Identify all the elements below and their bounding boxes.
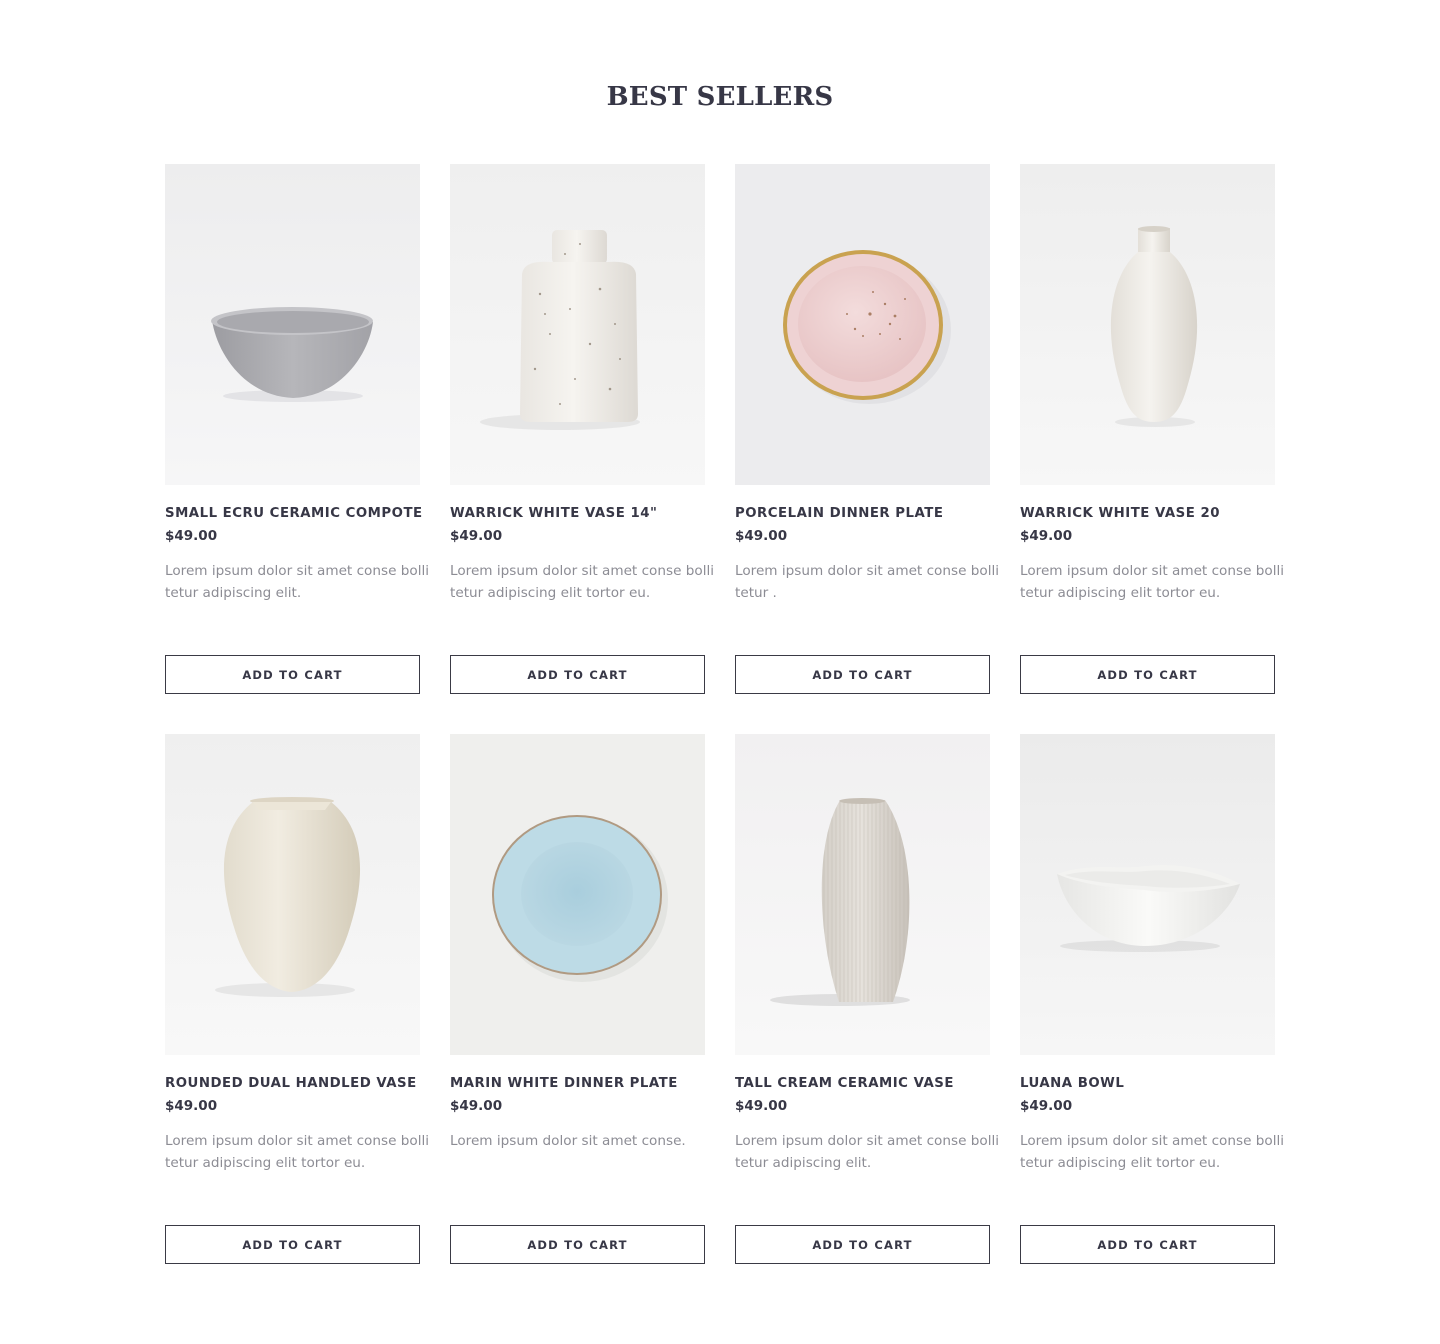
product-name[interactable]: TALL CREAM CERAMIC VASE [735,1075,1005,1093]
product-image-speckled-vase[interactable] [450,164,705,485]
product-description: Lorem ipsum dolor sit amet conse. [450,1133,686,1149]
add-to-cart-button[interactable]: ADD TO CART [735,1225,990,1264]
product-image-white-bowl[interactable] [1020,734,1275,1055]
product-name[interactable]: LUANA BOWL [1020,1075,1290,1093]
product-description: Lorem ipsum dolor sit amet conse bolli t… [1020,1133,1285,1171]
product-card: LUANA BOWL $49.00 Lorem ipsum dolor sit … [1020,734,1284,1264]
product-description: Lorem ipsum dolor sit amet conse bolli t… [165,1133,430,1171]
add-to-cart-button[interactable]: ADD TO CART [450,1225,705,1264]
product-name[interactable]: ROUNDED DUAL HANDLED VASE [165,1075,435,1093]
product-description: Lorem ipsum dolor sit amet conse bolli t… [165,563,430,601]
product-card: ROUNDED DUAL HANDLED VASE $49.00 Lorem i… [165,734,429,1264]
product-name[interactable]: MARIN WHITE DINNER PLATE [450,1075,720,1093]
section-title: BEST SELLERS [606,82,834,112]
product-image-ribbed-vase[interactable] [735,734,990,1055]
product-price: $49.00 [735,1098,788,1114]
add-to-cart-button[interactable]: ADD TO CART [165,655,420,694]
product-image-rounded-vase[interactable] [165,734,420,1055]
product-price: $49.00 [165,1098,218,1114]
product-grid: SMALL ECRU CERAMIC COMPOTE $49.00 Lorem … [165,164,1284,1264]
product-image-blue-plate[interactable] [450,734,705,1055]
product-price: $49.00 [450,1098,503,1114]
product-description: Lorem ipsum dolor sit amet conse bolli t… [735,563,1000,601]
product-name[interactable]: WARRICK WHITE VASE 20 [1020,505,1290,523]
product-name[interactable]: SMALL ECRU CERAMIC COMPOTE [165,505,435,523]
product-price: $49.00 [735,528,788,544]
product-image-pink-plate[interactable] [735,164,990,485]
add-to-cart-button[interactable]: ADD TO CART [165,1225,420,1264]
product-image-grey-bowl[interactable] [165,164,420,485]
product-price: $49.00 [165,528,218,544]
product-description: Lorem ipsum dolor sit amet conse bolli t… [450,563,715,601]
product-card: WARRICK WHITE VASE 20 $49.00 Lorem ipsum… [1020,164,1284,694]
add-to-cart-button[interactable]: ADD TO CART [1020,655,1275,694]
product-card: TALL CREAM CERAMIC VASE $49.00 Lorem ips… [735,734,999,1264]
add-to-cart-button[interactable]: ADD TO CART [450,655,705,694]
product-image-tall-white-vase[interactable] [1020,164,1275,485]
product-name[interactable]: PORCELAIN DINNER PLATE [735,505,1005,523]
product-card: MARIN WHITE DINNER PLATE $49.00 Lorem ip… [450,734,705,1264]
product-card: SMALL ECRU CERAMIC COMPOTE $49.00 Lorem … [165,164,429,694]
product-description: Lorem ipsum dolor sit amet conse bolli t… [735,1133,1000,1171]
product-price: $49.00 [450,528,503,544]
product-card: PORCELAIN DINNER PLATE $49.00 Lorem ipsu… [735,164,999,694]
add-to-cart-button[interactable]: ADD TO CART [1020,1225,1275,1264]
product-name[interactable]: WARRICK WHITE VASE 14" [450,505,720,523]
product-price: $49.00 [1020,528,1073,544]
product-card: WARRICK WHITE VASE 14" $49.00 Lorem ipsu… [450,164,714,694]
product-description: Lorem ipsum dolor sit amet conse bolli t… [1020,563,1285,601]
add-to-cart-button[interactable]: ADD TO CART [735,655,990,694]
product-price: $49.00 [1020,1098,1073,1114]
